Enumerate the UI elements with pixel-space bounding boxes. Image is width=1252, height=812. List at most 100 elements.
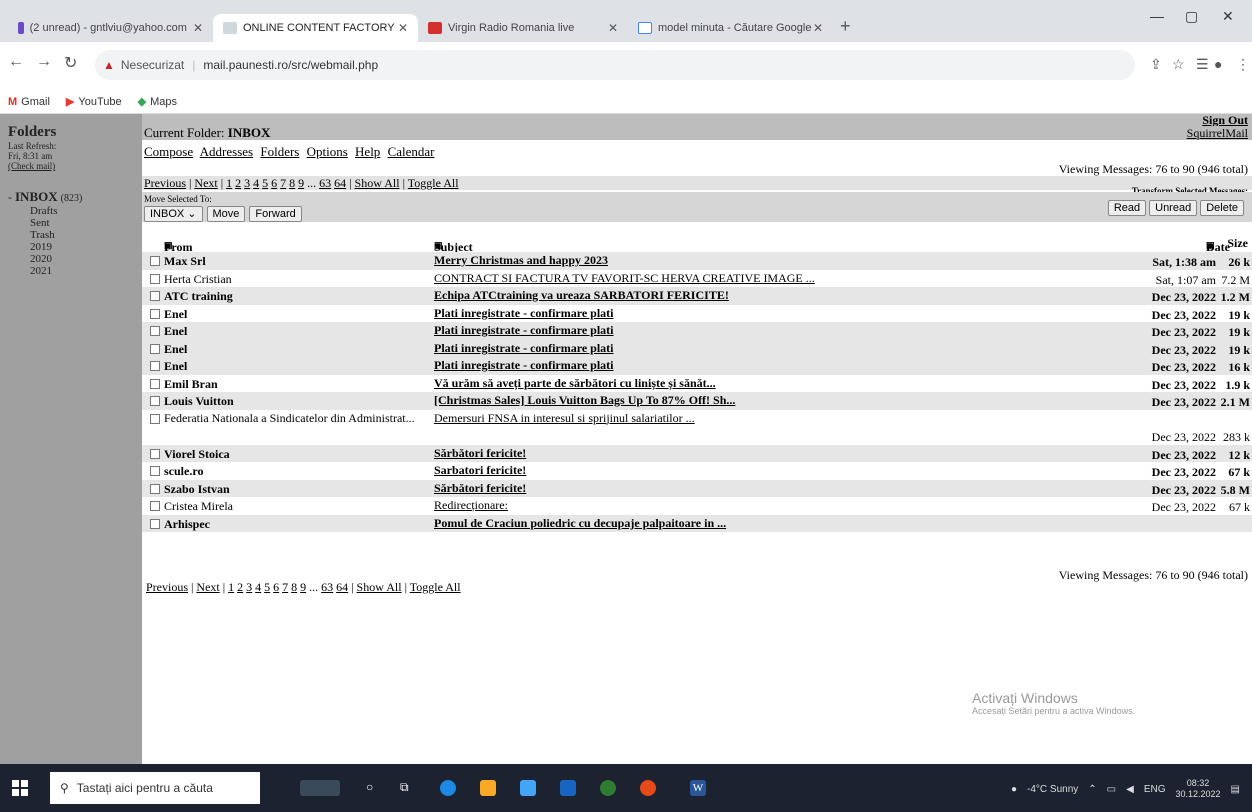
row-checkbox[interactable] xyxy=(150,448,160,459)
page-link[interactable]: 2 xyxy=(235,176,241,190)
folder-drafts[interactable]: Drafts xyxy=(8,205,142,217)
delete-button[interactable]: Delete xyxy=(1200,200,1244,216)
menu-folders[interactable]: Folders xyxy=(260,144,299,159)
move-button[interactable]: Move xyxy=(206,206,246,222)
store-icon[interactable] xyxy=(520,780,536,796)
row-checkbox[interactable] xyxy=(150,413,160,424)
table-row[interactable]: Enel Plati inregistrate - confirmare plat… xyxy=(142,339,1252,357)
weather-text[interactable]: -4°C Sunny xyxy=(1027,784,1078,795)
page-link[interactable]: 8 xyxy=(291,580,297,594)
tray-chevron-icon[interactable]: ⌃ xyxy=(1088,784,1096,795)
table-row[interactable]: scule.ro Sarbatori fericite! Dec 23, 2022 6… xyxy=(142,462,1252,480)
row-checkbox[interactable] xyxy=(150,273,160,284)
message-subject-link[interactable]: [Christmas Sales] Louis Vuitton Bags Up … xyxy=(434,393,735,408)
message-subject-link[interactable]: Sărbători fericite! xyxy=(434,446,526,461)
unread-button[interactable]: Unread xyxy=(1149,200,1198,216)
page-link[interactable]: 1 xyxy=(226,176,232,190)
next-link[interactable]: Next xyxy=(194,176,217,190)
message-subject-link[interactable]: Sarbatori fericite! xyxy=(434,463,526,478)
page-link[interactable]: 3 xyxy=(244,176,250,190)
row-checkbox[interactable] xyxy=(150,501,160,511)
row-checkbox[interactable] xyxy=(150,308,160,319)
bookmark-youtube[interactable]: ▶ YouTube xyxy=(66,95,122,109)
reading-list-icon[interactable]: ☰ xyxy=(1196,56,1209,73)
read-button[interactable]: Read xyxy=(1107,200,1147,216)
chrome-icon[interactable] xyxy=(600,780,616,796)
row-checkbox[interactable] xyxy=(150,378,160,389)
row-checkbox[interactable] xyxy=(150,291,160,301)
windows-start-icon[interactable] xyxy=(12,780,28,796)
search-highlight-icon[interactable] xyxy=(300,780,340,796)
table-row[interactable]: Viorel Stoica Sărbători fericite! Dec 23, … xyxy=(142,444,1252,462)
row-checkbox[interactable] xyxy=(150,326,160,336)
message-subject-link[interactable]: Plati inregistrate - confirmare plati xyxy=(434,341,614,356)
message-subject-link[interactable]: CONTRACT SI FACTURA TV FAVORIT-SC HERVA … xyxy=(434,271,815,286)
page-link[interactable]: 63 xyxy=(319,176,331,190)
message-subject-link[interactable]: Redirecționare: xyxy=(434,498,508,513)
url-field[interactable]: ▲ Nesecurizat | mail.paunesti.ro/src/web… xyxy=(95,50,1135,80)
page-link[interactable]: 8 xyxy=(289,176,295,190)
next-link[interactable]: Next xyxy=(196,580,219,594)
close-icon[interactable]: ✕ xyxy=(398,21,408,35)
page-link[interactable]: 64 xyxy=(336,580,348,594)
table-row[interactable]: Max Srl Merry Christmas and happy 2023 Sat… xyxy=(142,252,1252,270)
page-link[interactable]: 3 xyxy=(246,580,252,594)
check-mail-link[interactable]: (Check mail) xyxy=(8,161,55,171)
menu-icon[interactable]: ⋮ xyxy=(1236,56,1250,73)
table-row[interactable]: Enel Plati inregistrate - confirmare plat… xyxy=(142,305,1252,323)
show-all-link[interactable]: Show All xyxy=(355,176,400,190)
table-row[interactable]: Enel Plati inregistrate - confirmare plat… xyxy=(142,322,1252,340)
show-all-link[interactable]: Show All xyxy=(357,580,402,594)
table-row[interactable]: Szabo Istvan Sărbători fericite! Dec 23, 2… xyxy=(142,479,1252,497)
table-row[interactable]: Arhispec Pomul de Craciun poliedric cu de… xyxy=(142,514,1252,532)
folder-2019[interactable]: 2019 xyxy=(8,241,142,253)
page-link[interactable]: 9 xyxy=(300,580,306,594)
bookmark-gmail[interactable]: M Gmail xyxy=(8,96,50,108)
menu-calendar[interactable]: Calendar xyxy=(388,144,435,159)
row-checkbox[interactable] xyxy=(150,343,160,354)
page-link[interactable]: 7 xyxy=(280,176,286,190)
close-window-icon[interactable]: ✕ xyxy=(1222,8,1234,25)
table-row[interactable]: Louis Vuitton [Christmas Sales] Louis Vui… xyxy=(142,392,1252,410)
row-checkbox[interactable] xyxy=(150,256,160,266)
row-checkbox[interactable] xyxy=(150,466,160,476)
row-checkbox[interactable] xyxy=(150,518,160,529)
row-checkbox[interactable] xyxy=(150,361,160,371)
folder-sent[interactable]: Sent xyxy=(8,217,142,229)
page-link[interactable]: 63 xyxy=(321,580,333,594)
word-icon[interactable]: W xyxy=(690,780,706,796)
reload-icon[interactable]: ↻ xyxy=(64,53,77,73)
close-icon[interactable]: ✕ xyxy=(813,21,823,35)
table-row[interactable]: ATC training Echipa ATCtraining va ureaza… xyxy=(142,287,1252,305)
table-row[interactable]: Federatia Nationala a Sindicatelor din A… xyxy=(142,410,1252,445)
sort-icon[interactable]: ▣ xyxy=(164,240,173,251)
back-icon[interactable]: ← xyxy=(8,53,24,71)
table-row[interactable]: Emil Bran Vă urăm să aveți parte de sărbă… xyxy=(142,375,1252,393)
bookmark-maps[interactable]: ◆ Maps xyxy=(138,95,177,109)
message-subject-link[interactable]: Pomul de Craciun poliedric cu decupaje p… xyxy=(434,516,726,531)
folder-trash[interactable]: Trash xyxy=(8,229,142,241)
message-subject-link[interactable]: Merry Christmas and happy 2023 xyxy=(434,253,608,268)
tab-virgin-radio[interactable]: Virgin Radio Romania live ✕ xyxy=(418,14,628,42)
page-link[interactable]: 2 xyxy=(237,580,243,594)
previous-link[interactable]: Previous xyxy=(146,580,188,594)
menu-addresses[interactable]: Addresses xyxy=(200,144,253,159)
mail-app-icon[interactable] xyxy=(560,780,576,796)
page-link[interactable]: 64 xyxy=(334,176,346,190)
opera-icon[interactable] xyxy=(640,780,656,796)
folder-inbox[interactable]: - INBOX (823) xyxy=(8,189,142,205)
page-link[interactable]: 1 xyxy=(228,580,234,594)
close-icon[interactable]: ✕ xyxy=(193,21,203,35)
page-link[interactable]: 9 xyxy=(298,176,304,190)
squirrelmail-link[interactable]: SquirrelMail xyxy=(1187,126,1248,141)
page-link[interactable]: 5 xyxy=(264,580,270,594)
row-checkbox[interactable] xyxy=(150,396,160,406)
menu-options[interactable]: Options xyxy=(307,144,348,159)
menu-help[interactable]: Help xyxy=(355,144,380,159)
message-subject-link[interactable]: Vă urăm să aveți parte de sărbători cu l… xyxy=(434,376,716,391)
volume-icon[interactable]: ◀ xyxy=(1126,784,1134,795)
share-icon[interactable]: ⇪ xyxy=(1150,56,1162,73)
network-icon[interactable]: ▭ xyxy=(1107,784,1116,795)
task-view-icon[interactable]: ⧉ xyxy=(400,780,416,796)
language-indicator[interactable]: ENG xyxy=(1144,784,1166,795)
